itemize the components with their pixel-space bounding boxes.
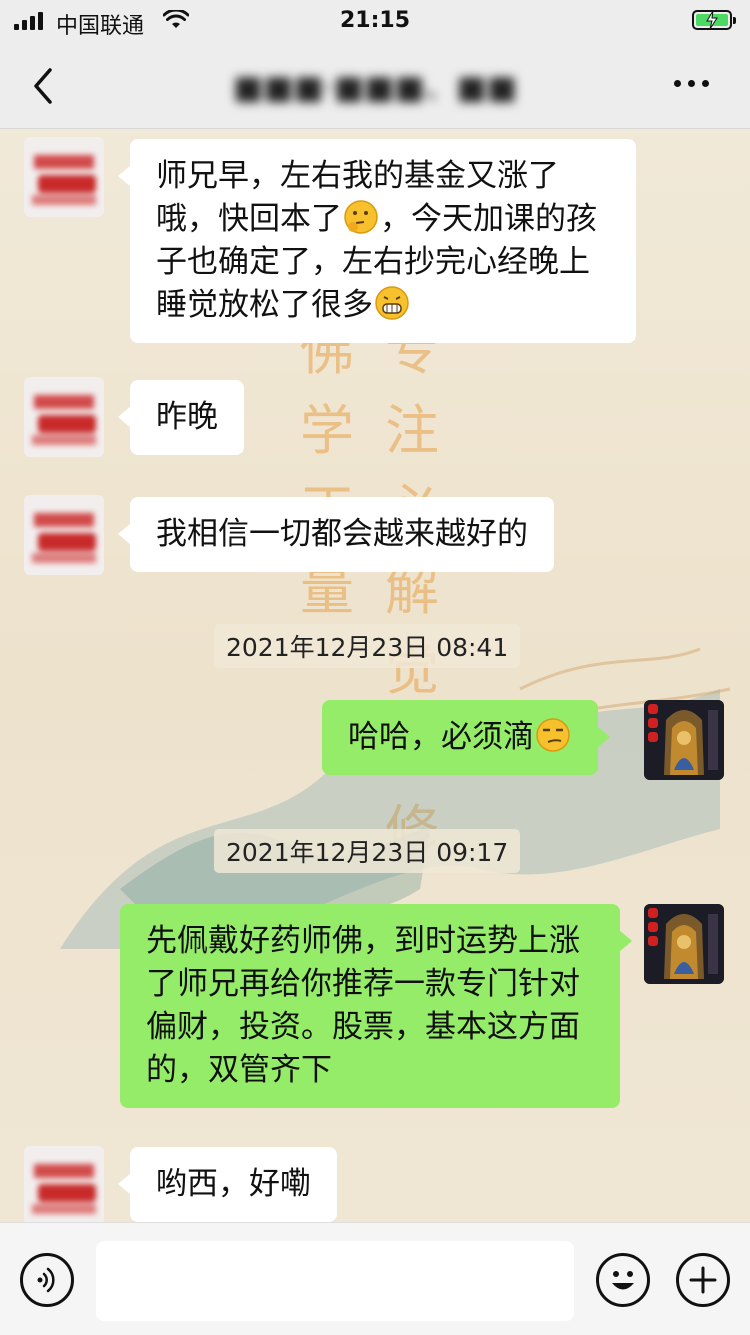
message-text: 先佩戴好药师佛，到时运势上涨了师兄再给你推荐一款专门针对偏财，投资。股票，基本这… bbox=[146, 923, 580, 1088]
nav-bar: ■■■·■■■、■■ bbox=[0, 44, 750, 129]
message-bubble-outgoing[interactable]: 先佩戴好药师佛，到时运势上涨了师兄再给你推荐一款专门针对偏财，投资。股票，基本这… bbox=[120, 904, 632, 1108]
chat-area[interactable]: 专注必 解觉路 修 佛学正 量 师兄早，左右我的基金又涨了哦，快回本了，今天加课… bbox=[0, 129, 750, 1222]
message-bubble-incoming[interactable]: 哟西，好嘞 bbox=[118, 1147, 337, 1222]
input-bar bbox=[0, 1222, 750, 1335]
emoji-button[interactable] bbox=[596, 1253, 650, 1307]
emoji-icon bbox=[612, 1271, 634, 1290]
battery-icon bbox=[692, 10, 736, 30]
message-timestamp: 2021年12月23日 08:41 bbox=[214, 624, 521, 668]
charging-bolt-icon bbox=[706, 10, 718, 30]
more-functions-button[interactable] bbox=[676, 1253, 730, 1307]
my-avatar[interactable] bbox=[644, 700, 724, 780]
status-bar: 中国联通 21:15 bbox=[0, 0, 750, 44]
clock: 21:15 bbox=[339, 8, 411, 33]
svg-text:注: 注 bbox=[385, 399, 439, 462]
message-text: 昨晚 bbox=[156, 399, 218, 435]
my-avatar[interactable] bbox=[644, 904, 724, 984]
contact-avatar[interactable] bbox=[24, 377, 104, 457]
message-text: 哈哈，必须滴 bbox=[348, 719, 534, 755]
chat-title: ■■■·■■■、■■ bbox=[232, 68, 518, 106]
svg-text:学: 学 bbox=[300, 399, 354, 462]
message-timestamp: 2021年12月23日 09:17 bbox=[214, 829, 521, 873]
message-bubble-outgoing[interactable]: 哈哈，必须滴 bbox=[322, 700, 610, 775]
message-bubble-incoming[interactable]: 昨晚 bbox=[118, 380, 244, 455]
more-options-icon[interactable] bbox=[674, 80, 709, 87]
plus-icon bbox=[689, 1266, 717, 1294]
contact-avatar[interactable] bbox=[24, 137, 104, 217]
smirk-emoji bbox=[535, 717, 571, 753]
voice-input-button[interactable] bbox=[20, 1253, 74, 1307]
contact-avatar[interactable] bbox=[24, 495, 104, 575]
message-input[interactable] bbox=[96, 1241, 574, 1321]
message-text: 我相信一切都会越来越好的 bbox=[156, 516, 528, 552]
message-bubble-incoming[interactable]: 师兄早，左右我的基金又涨了哦，快回本了 ，今天加课的孩子也确定了，左右抄完心经晚上… bbox=[118, 139, 636, 343]
message-bubble-incoming[interactable]: 我相信一切都会越来越好的 bbox=[118, 497, 554, 572]
voice-icon bbox=[37, 1267, 55, 1293]
grin-emoji bbox=[374, 285, 410, 321]
contact-avatar[interactable] bbox=[24, 1146, 104, 1222]
thinking-emoji bbox=[343, 199, 379, 235]
message-text: 哟西，好嘞 bbox=[156, 1166, 311, 1202]
